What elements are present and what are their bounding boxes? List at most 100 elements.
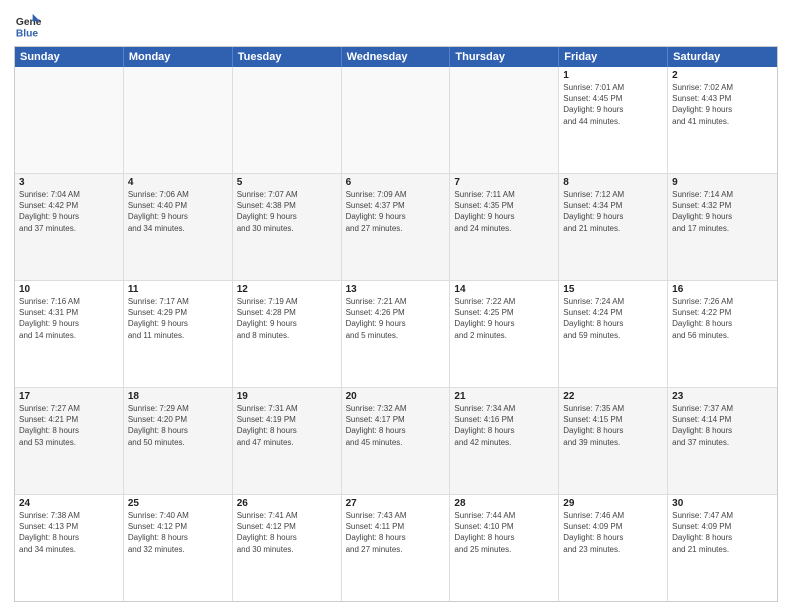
calendar-header-cell: Thursday — [450, 47, 559, 67]
day-info: Sunrise: 7:43 AM Sunset: 4:11 PM Dayligh… — [346, 510, 446, 555]
day-info: Sunrise: 7:41 AM Sunset: 4:12 PM Dayligh… — [237, 510, 337, 555]
day-number: 8 — [563, 177, 663, 188]
day-number: 30 — [672, 498, 773, 509]
day-info: Sunrise: 7:44 AM Sunset: 4:10 PM Dayligh… — [454, 510, 554, 555]
day-info: Sunrise: 7:01 AM Sunset: 4:45 PM Dayligh… — [563, 82, 663, 127]
calendar: SundayMondayTuesdayWednesdayThursdayFrid… — [14, 46, 778, 602]
calendar-header-cell: Tuesday — [233, 47, 342, 67]
day-info: Sunrise: 7:31 AM Sunset: 4:19 PM Dayligh… — [237, 403, 337, 448]
calendar-cell — [342, 67, 451, 173]
calendar-cell: 14Sunrise: 7:22 AM Sunset: 4:25 PM Dayli… — [450, 281, 559, 387]
calendar-header-cell: Monday — [124, 47, 233, 67]
day-number: 24 — [19, 498, 119, 509]
day-number: 27 — [346, 498, 446, 509]
calendar-cell: 22Sunrise: 7:35 AM Sunset: 4:15 PM Dayli… — [559, 388, 668, 494]
day-number: 5 — [237, 177, 337, 188]
calendar-cell: 6Sunrise: 7:09 AM Sunset: 4:37 PM Daylig… — [342, 174, 451, 280]
svg-text:General: General — [16, 17, 42, 28]
calendar-cell: 19Sunrise: 7:31 AM Sunset: 4:19 PM Dayli… — [233, 388, 342, 494]
day-number: 20 — [346, 391, 446, 402]
day-number: 1 — [563, 70, 663, 81]
day-info: Sunrise: 7:06 AM Sunset: 4:40 PM Dayligh… — [128, 189, 228, 234]
calendar-body: 1Sunrise: 7:01 AM Sunset: 4:45 PM Daylig… — [15, 67, 777, 601]
day-number: 6 — [346, 177, 446, 188]
day-info: Sunrise: 7:12 AM Sunset: 4:34 PM Dayligh… — [563, 189, 663, 234]
calendar-cell — [450, 67, 559, 173]
day-number: 28 — [454, 498, 554, 509]
day-number: 29 — [563, 498, 663, 509]
day-info: Sunrise: 7:32 AM Sunset: 4:17 PM Dayligh… — [346, 403, 446, 448]
calendar-cell: 25Sunrise: 7:40 AM Sunset: 4:12 PM Dayli… — [124, 495, 233, 601]
calendar-cell: 11Sunrise: 7:17 AM Sunset: 4:29 PM Dayli… — [124, 281, 233, 387]
calendar-cell: 20Sunrise: 7:32 AM Sunset: 4:17 PM Dayli… — [342, 388, 451, 494]
day-number: 14 — [454, 284, 554, 295]
calendar-cell: 5Sunrise: 7:07 AM Sunset: 4:38 PM Daylig… — [233, 174, 342, 280]
calendar-cell: 8Sunrise: 7:12 AM Sunset: 4:34 PM Daylig… — [559, 174, 668, 280]
day-info: Sunrise: 7:24 AM Sunset: 4:24 PM Dayligh… — [563, 296, 663, 341]
day-number: 9 — [672, 177, 773, 188]
calendar-cell: 7Sunrise: 7:11 AM Sunset: 4:35 PM Daylig… — [450, 174, 559, 280]
day-number: 23 — [672, 391, 773, 402]
day-number: 17 — [19, 391, 119, 402]
calendar-cell: 2Sunrise: 7:02 AM Sunset: 4:43 PM Daylig… — [668, 67, 777, 173]
calendar-header-cell: Friday — [559, 47, 668, 67]
day-info: Sunrise: 7:40 AM Sunset: 4:12 PM Dayligh… — [128, 510, 228, 555]
day-info: Sunrise: 7:09 AM Sunset: 4:37 PM Dayligh… — [346, 189, 446, 234]
calendar-cell — [15, 67, 124, 173]
day-info: Sunrise: 7:16 AM Sunset: 4:31 PM Dayligh… — [19, 296, 119, 341]
day-info: Sunrise: 7:29 AM Sunset: 4:20 PM Dayligh… — [128, 403, 228, 448]
day-number: 11 — [128, 284, 228, 295]
calendar-cell: 23Sunrise: 7:37 AM Sunset: 4:14 PM Dayli… — [668, 388, 777, 494]
day-number: 2 — [672, 70, 773, 81]
day-number: 21 — [454, 391, 554, 402]
day-number: 22 — [563, 391, 663, 402]
calendar-cell: 30Sunrise: 7:47 AM Sunset: 4:09 PM Dayli… — [668, 495, 777, 601]
day-info: Sunrise: 7:17 AM Sunset: 4:29 PM Dayligh… — [128, 296, 228, 341]
day-number: 12 — [237, 284, 337, 295]
day-info: Sunrise: 7:38 AM Sunset: 4:13 PM Dayligh… — [19, 510, 119, 555]
day-info: Sunrise: 7:02 AM Sunset: 4:43 PM Dayligh… — [672, 82, 773, 127]
calendar-header: SundayMondayTuesdayWednesdayThursdayFrid… — [15, 47, 777, 67]
calendar-row: 17Sunrise: 7:27 AM Sunset: 4:21 PM Dayli… — [15, 388, 777, 495]
day-number: 25 — [128, 498, 228, 509]
calendar-cell: 1Sunrise: 7:01 AM Sunset: 4:45 PM Daylig… — [559, 67, 668, 173]
header: General Blue — [14, 12, 778, 40]
svg-text:Blue: Blue — [16, 28, 39, 39]
day-number: 3 — [19, 177, 119, 188]
day-info: Sunrise: 7:07 AM Sunset: 4:38 PM Dayligh… — [237, 189, 337, 234]
day-number: 16 — [672, 284, 773, 295]
calendar-cell: 12Sunrise: 7:19 AM Sunset: 4:28 PM Dayli… — [233, 281, 342, 387]
day-number: 10 — [19, 284, 119, 295]
day-number: 19 — [237, 391, 337, 402]
day-info: Sunrise: 7:34 AM Sunset: 4:16 PM Dayligh… — [454, 403, 554, 448]
day-number: 15 — [563, 284, 663, 295]
day-info: Sunrise: 7:37 AM Sunset: 4:14 PM Dayligh… — [672, 403, 773, 448]
calendar-cell: 24Sunrise: 7:38 AM Sunset: 4:13 PM Dayli… — [15, 495, 124, 601]
day-info: Sunrise: 7:27 AM Sunset: 4:21 PM Dayligh… — [19, 403, 119, 448]
calendar-cell: 21Sunrise: 7:34 AM Sunset: 4:16 PM Dayli… — [450, 388, 559, 494]
calendar-cell: 29Sunrise: 7:46 AM Sunset: 4:09 PM Dayli… — [559, 495, 668, 601]
calendar-cell: 16Sunrise: 7:26 AM Sunset: 4:22 PM Dayli… — [668, 281, 777, 387]
calendar-cell — [233, 67, 342, 173]
calendar-cell: 18Sunrise: 7:29 AM Sunset: 4:20 PM Dayli… — [124, 388, 233, 494]
day-info: Sunrise: 7:04 AM Sunset: 4:42 PM Dayligh… — [19, 189, 119, 234]
calendar-cell: 13Sunrise: 7:21 AM Sunset: 4:26 PM Dayli… — [342, 281, 451, 387]
day-info: Sunrise: 7:47 AM Sunset: 4:09 PM Dayligh… — [672, 510, 773, 555]
calendar-header-cell: Saturday — [668, 47, 777, 67]
day-number: 7 — [454, 177, 554, 188]
day-info: Sunrise: 7:46 AM Sunset: 4:09 PM Dayligh… — [563, 510, 663, 555]
day-number: 18 — [128, 391, 228, 402]
day-info: Sunrise: 7:11 AM Sunset: 4:35 PM Dayligh… — [454, 189, 554, 234]
day-number: 26 — [237, 498, 337, 509]
calendar-cell: 28Sunrise: 7:44 AM Sunset: 4:10 PM Dayli… — [450, 495, 559, 601]
calendar-cell: 15Sunrise: 7:24 AM Sunset: 4:24 PM Dayli… — [559, 281, 668, 387]
logo-icon: General Blue — [14, 12, 42, 40]
logo: General Blue — [14, 12, 42, 40]
calendar-header-cell: Sunday — [15, 47, 124, 67]
calendar-row: 10Sunrise: 7:16 AM Sunset: 4:31 PM Dayli… — [15, 281, 777, 388]
calendar-cell — [124, 67, 233, 173]
page: General Blue SundayMondayTuesdayWednesda… — [0, 0, 792, 612]
calendar-cell: 9Sunrise: 7:14 AM Sunset: 4:32 PM Daylig… — [668, 174, 777, 280]
calendar-cell: 4Sunrise: 7:06 AM Sunset: 4:40 PM Daylig… — [124, 174, 233, 280]
calendar-row: 1Sunrise: 7:01 AM Sunset: 4:45 PM Daylig… — [15, 67, 777, 174]
